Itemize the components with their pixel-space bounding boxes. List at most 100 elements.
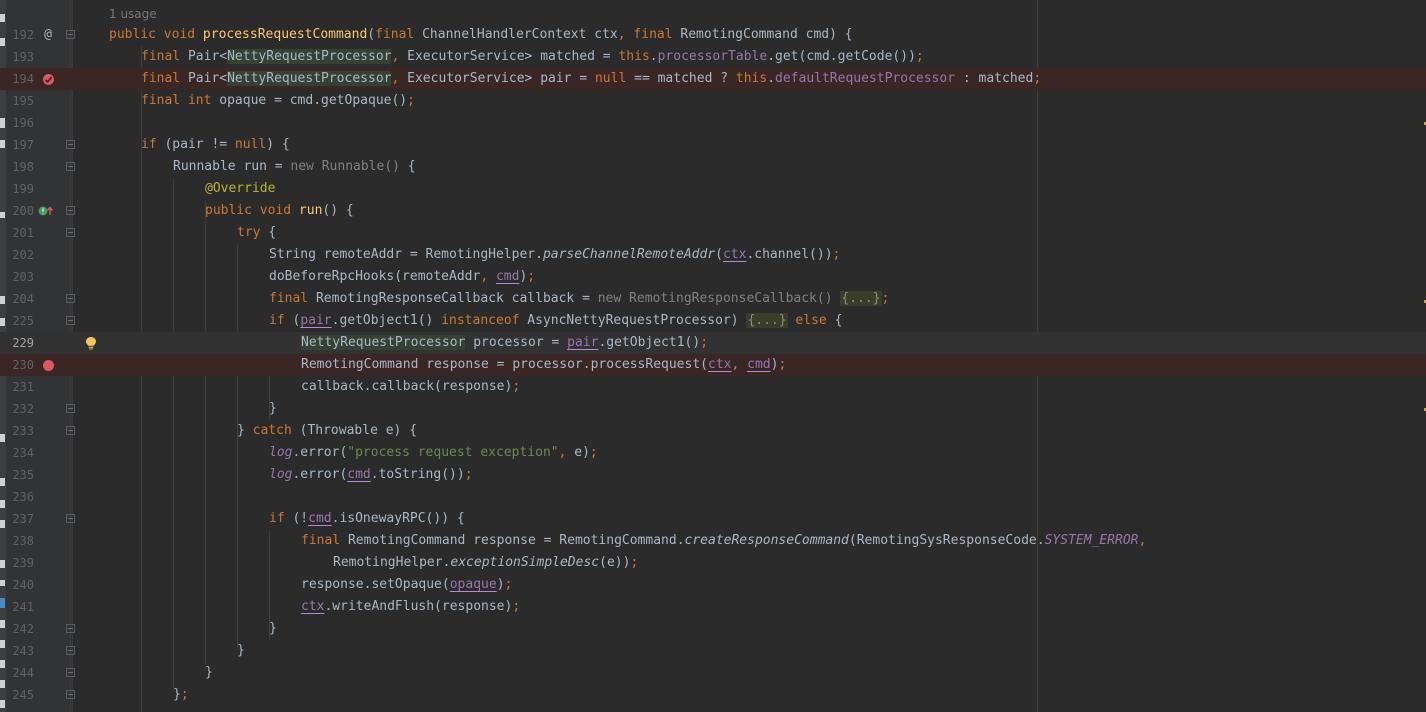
code-text: }; <box>173 687 189 702</box>
code-text: ctx.writeAndFlush(response); <box>301 599 521 614</box>
code-editor[interactable]: 1 usage 192 @ public void processRequest… <box>0 0 1426 712</box>
folded-region[interactable]: {...} <box>746 313 788 328</box>
code-line[interactable]: 196 <box>0 112 1426 134</box>
line-number: 198 <box>12 160 34 174</box>
code-text: final RemotingResponseCallback callback … <box>269 291 890 306</box>
code-text: } catch (Throwable e) { <box>237 423 418 438</box>
code-line-current[interactable]: 229 NettyRequestProcessor processor = pa… <box>0 332 1426 354</box>
line-number: 245 <box>12 688 34 702</box>
code-line[interactable]: 201 try { <box>0 222 1426 244</box>
usage-hint[interactable]: 1 usage <box>109 5 157 23</box>
line-number: 236 <box>12 490 34 504</box>
line-number: 200 <box>12 204 34 218</box>
line-number: 235 <box>12 468 34 482</box>
fold-toggle[interactable] <box>66 228 75 237</box>
code-line[interactable]: 240 response.setOpaque(opaque); <box>0 574 1426 596</box>
code-line[interactable]: 230 RemotingCommand response = processor… <box>0 354 1426 376</box>
code-line[interactable]: 199 @Override <box>0 178 1426 200</box>
fold-toggle[interactable] <box>66 514 75 523</box>
fold-toggle[interactable] <box>66 294 75 303</box>
code-line[interactable]: 204 final RemotingResponseCallback callb… <box>0 288 1426 310</box>
line-number: 196 <box>12 116 34 130</box>
fold-toggle[interactable] <box>66 690 75 699</box>
fold-toggle[interactable] <box>66 206 75 215</box>
intention-bulb-icon[interactable] <box>84 332 98 354</box>
fold-toggle[interactable] <box>66 140 75 149</box>
fold-toggle[interactable] <box>66 624 75 633</box>
fold-toggle[interactable] <box>66 162 75 171</box>
code-text: RemotingCommand response = processor.pro… <box>301 357 787 372</box>
line-number: 199 <box>12 182 34 196</box>
code-line[interactable]: 238 final RemotingCommand response = Rem… <box>0 530 1426 552</box>
code-line[interactable]: 234 log.error("process request exception… <box>0 442 1426 464</box>
code-text: } <box>269 621 277 636</box>
code-line[interactable]: 198 Runnable run = new Runnable() { <box>0 156 1426 178</box>
breakpoint-icon[interactable] <box>41 354 55 376</box>
code-line[interactable]: 197 if (pair != null) { <box>0 134 1426 156</box>
line-number: 193 <box>12 50 34 64</box>
code-line[interactable]: 203 doBeforeRpcHooks(remoteAddr, cmd); <box>0 266 1426 288</box>
code-line[interactable]: 243 } <box>0 640 1426 662</box>
fold-toggle[interactable] <box>66 30 75 39</box>
code-text: log.error("process request exception", e… <box>269 445 598 460</box>
code-line[interactable]: 244 } <box>0 662 1426 684</box>
code-line[interactable]: 192 @ public void processRequestCommand(… <box>0 24 1426 46</box>
code-text: public void processRequestCommand(final … <box>109 27 853 42</box>
line-number: 239 <box>12 556 34 570</box>
code-line[interactable]: 232 } <box>0 398 1426 420</box>
fold-toggle[interactable] <box>66 426 75 435</box>
code-line[interactable]: 233 } catch (Throwable e) { <box>0 420 1426 442</box>
line-number: 194 <box>12 72 34 86</box>
code-text: callback.callback(response); <box>301 379 521 394</box>
line-number: 232 <box>12 402 34 416</box>
code-text: final int opaque = cmd.getOpaque(); <box>141 93 415 108</box>
line-number: 233 <box>12 424 34 438</box>
line-number: 243 <box>12 644 34 658</box>
fold-toggle[interactable] <box>66 316 75 325</box>
fold-toggle[interactable] <box>66 404 75 413</box>
folded-region[interactable]: {...} <box>840 291 882 306</box>
code-text: } <box>205 665 213 680</box>
code-text: if (pair != null) { <box>141 137 290 152</box>
code-line[interactable]: 239 RemotingHelper.exceptionSimpleDesc(e… <box>0 552 1426 574</box>
code-text: String remoteAddr = RemotingHelper.parse… <box>269 247 841 262</box>
line-number: 225 <box>12 314 34 328</box>
line-number: 192 <box>12 28 34 42</box>
line-number: 241 <box>12 600 34 614</box>
line-number: 201 <box>12 226 34 240</box>
code-line[interactable]: 194 final Pair<NettyRequestProcessor, Ex… <box>0 68 1426 90</box>
code-line[interactable]: 236 <box>0 486 1426 508</box>
line-number: 244 <box>12 666 34 680</box>
override-method-icon[interactable] <box>38 200 54 222</box>
code-text: final Pair<NettyRequestProcessor, Execut… <box>141 71 1042 86</box>
fold-toggle[interactable] <box>66 668 75 677</box>
code-text: response.setOpaque(opaque); <box>301 577 513 592</box>
line-number: 230 <box>12 358 34 372</box>
code-text: } <box>237 643 245 658</box>
code-text: log.error(cmd.toString()); <box>269 467 473 482</box>
line-number: 202 <box>12 248 34 262</box>
code-line[interactable]: 237 if (!cmd.isOnewayRPC()) { <box>0 508 1426 530</box>
line-number: 240 <box>12 578 34 592</box>
code-line[interactable]: 195 final int opaque = cmd.getOpaque(); <box>0 90 1426 112</box>
code-line[interactable]: 241 ctx.writeAndFlush(response); <box>0 596 1426 618</box>
code-text: doBeforeRpcHooks(remoteAddr, cmd); <box>269 269 536 284</box>
line-number: 204 <box>12 292 34 306</box>
code-line[interactable]: 242 } <box>0 618 1426 640</box>
fold-toggle[interactable] <box>66 646 75 655</box>
breakpoint-disabled-icon[interactable] <box>41 68 55 90</box>
code-text: @Override <box>205 181 276 196</box>
code-text: if (!cmd.isOnewayRPC()) { <box>269 511 465 526</box>
code-line[interactable]: 193 final Pair<NettyRequestProcessor, Ex… <box>0 46 1426 68</box>
line-number: 203 <box>12 270 34 284</box>
code-text: Runnable run = new Runnable() { <box>173 159 416 174</box>
code-text: NettyRequestProcessor processor = pair.g… <box>301 335 709 350</box>
code-line[interactable]: 245 }; <box>0 684 1426 706</box>
code-line[interactable]: 225 if (pair.getObject1() instanceof Asy… <box>0 310 1426 332</box>
implementation-marker-icon[interactable]: @ <box>40 24 56 46</box>
code-line[interactable]: 231 callback.callback(response); <box>0 376 1426 398</box>
code-line[interactable]: 200 public void run() { <box>0 200 1426 222</box>
line-number: 237 <box>12 512 34 526</box>
code-line[interactable]: 235 log.error(cmd.toString()); <box>0 464 1426 486</box>
code-line[interactable]: 202 String remoteAddr = RemotingHelper.p… <box>0 244 1426 266</box>
